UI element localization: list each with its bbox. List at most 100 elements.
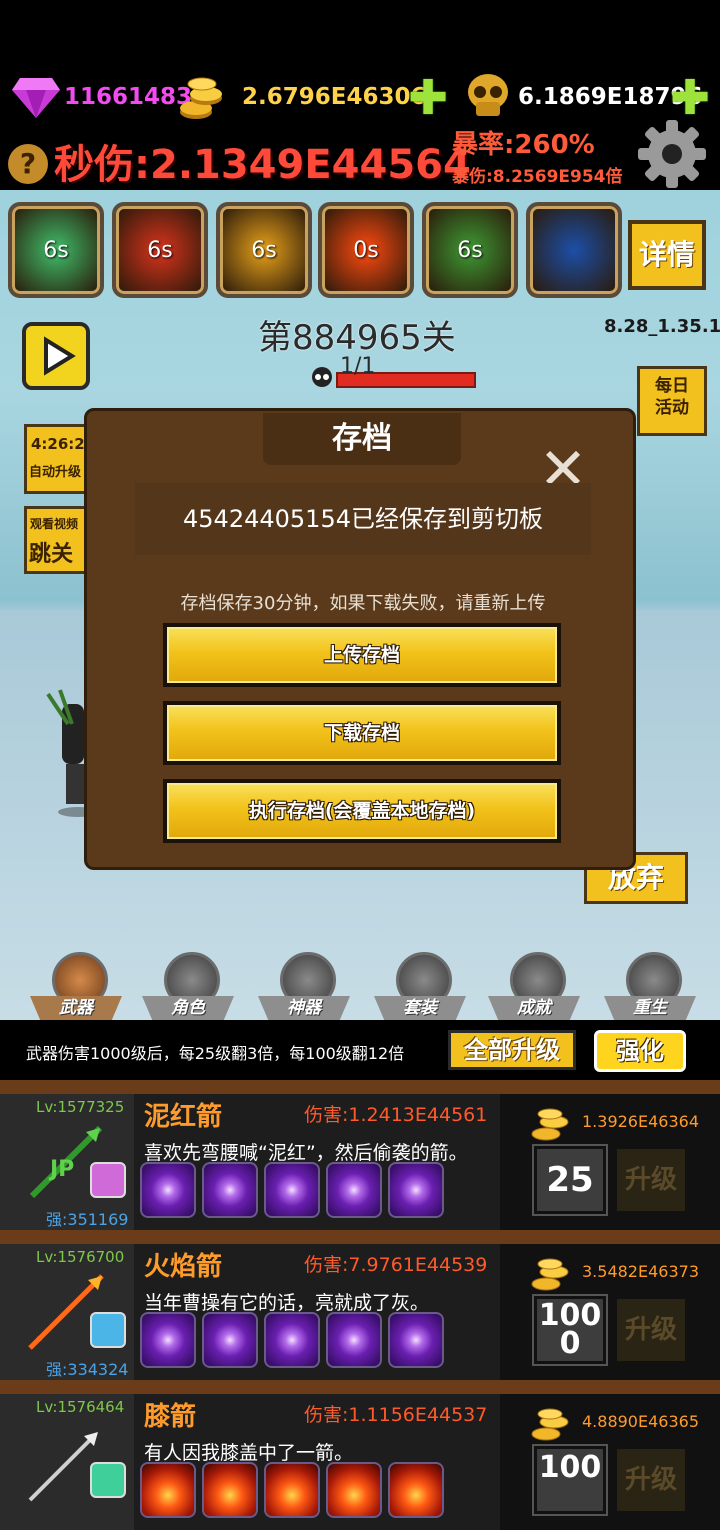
gold-coins-icon <box>531 1108 569 1141</box>
upgrade-quantity[interactable]: 100 0 <box>534 1296 606 1364</box>
tab-label: 成就 <box>488 996 580 1022</box>
gem-slot-icon <box>90 1312 126 1348</box>
upgrade-button[interactable]: 升级 <box>614 1296 688 1364</box>
upgrade-cost: 1.3926E46364 <box>582 1112 699 1131</box>
tab-label: 套装 <box>374 996 466 1022</box>
weapon-level: Lv:1577325 <box>36 1098 125 1116</box>
weapon-portrait[interactable]: Lv:1577325 JP 强:351169 <box>0 1094 134 1230</box>
gold-count: 2.6796E46306 <box>242 84 427 110</box>
weapon-row: Lv:1576464 膝箭 伤害:1.1156E44537 有人因我膝盖中了一箭… <box>0 1394 720 1530</box>
download-save-button[interactable]: 下载存档 <box>163 701 561 765</box>
weapon-name: 膝箭 <box>144 1402 197 1432</box>
skip-level-label: 跳关 <box>29 542 74 567</box>
yin-yang-rune-icon <box>326 1312 382 1368</box>
upload-save-button[interactable]: 上传存档 <box>163 623 561 687</box>
skill-cooldown: 6s <box>251 237 277 263</box>
tab-character[interactable]: 角色 <box>142 952 234 1024</box>
upgrade-all-button[interactable]: 全部升级 <box>448 1030 576 1070</box>
tab-label: 重生 <box>604 996 696 1022</box>
weapon-portrait[interactable]: Lv:1576700 强:334324 <box>0 1244 134 1380</box>
top-status-bar: 11661483 2.6796E46306 ✚ 6.1869E18796 ✚ ?… <box>0 0 720 190</box>
gem-slot-icon <box>90 1462 126 1498</box>
clipboard-message: 45424405154已经保存到剪切板 <box>135 483 591 555</box>
daily-label-1: 每日 <box>655 376 689 396</box>
upgrade-panel: 1.3926E46364 25 升级 <box>500 1094 720 1230</box>
yin-yang-rune-icon <box>140 1162 196 1218</box>
fire-rune-icon <box>264 1462 320 1518</box>
gem-slot-icon <box>90 1162 126 1198</box>
enhance-button[interactable]: 强化 <box>594 1030 686 1072</box>
fire-rune-icon <box>140 1462 196 1518</box>
weapon-damage: 伤害:1.1156E44537 <box>304 1404 488 1426</box>
add-skull-button[interactable]: ✚ <box>670 74 710 122</box>
yin-yang-rune-icon <box>202 1162 258 1218</box>
skill-slot-2[interactable]: 6s <box>112 202 208 298</box>
skill-cooldown: 6s <box>457 237 483 263</box>
skip-level-button[interactable]: 观看视频 跳关 <box>24 506 90 574</box>
enemy-health: 1/1 <box>310 354 480 392</box>
divider <box>0 1080 720 1094</box>
auto-upgrade-label: 自动升级 <box>29 465 82 480</box>
download-save-label: 下载存档 <box>167 705 557 761</box>
yin-yang-rune-icon <box>326 1162 382 1218</box>
crit-rate: 暴率:260% <box>452 130 595 160</box>
skill-cooldown: 0s <box>353 237 379 263</box>
skill-slot-1[interactable]: 6s <box>8 202 104 298</box>
upgrade-quantity[interactable]: 25 <box>534 1146 606 1214</box>
auto-upgrade-button[interactable]: 4:26:24 自动升级 <box>24 424 96 494</box>
daily-label-2: 活动 <box>655 398 689 418</box>
save-dialog: 存档 ✕ 45424405154已经保存到剪切板 存档保存30分钟，如果下载失败… <box>84 408 636 870</box>
upgrade-quantity[interactable]: 100 <box>534 1446 606 1514</box>
tab-weapons[interactable]: 武器 <box>30 952 122 1024</box>
fire-rune-icon <box>326 1462 382 1518</box>
details-button[interactable]: 详情 <box>628 220 706 290</box>
settings-gear-icon[interactable] <box>636 118 708 190</box>
tab-sets[interactable]: 套装 <box>374 952 466 1024</box>
tab-artifacts[interactable]: 神器 <box>258 952 350 1024</box>
fire-rune-icon <box>202 1462 258 1518</box>
fire-rune-icon <box>388 1462 444 1518</box>
help-button[interactable]: ? <box>8 144 48 184</box>
tab-label: 神器 <box>258 996 350 1022</box>
skill-cooldown: 6s <box>147 237 173 263</box>
weapon-portrait[interactable]: Lv:1576464 <box>0 1394 134 1530</box>
watch-video-label: 观看视频 <box>30 517 79 531</box>
upgrade-button[interactable]: 升级 <box>614 1446 688 1514</box>
upgrade-button[interactable]: 升级 <box>614 1146 688 1214</box>
tab-achievements[interactable]: 成就 <box>488 952 580 1024</box>
weapon-description: 当年曹操有它的话，亮就成了灰。 <box>144 1292 430 1314</box>
version-label: 8.28_1.35.1 <box>604 316 720 337</box>
upgrade-panel: 3.5482E46373 100 0 升级 <box>500 1244 720 1380</box>
play-icon <box>44 336 76 376</box>
play-button[interactable] <box>22 322 90 390</box>
weapon-name: 泥红箭 <box>144 1102 223 1132</box>
weapon-name: 火焰箭 <box>144 1252 223 1282</box>
weapon-description: 喜欢先弯腰喊“泥红”，然后偷袭的箭。 <box>144 1142 468 1164</box>
divider <box>0 1380 720 1394</box>
skill-slot-4[interactable]: 0s <box>318 202 414 298</box>
gold-coins-icon <box>531 1258 569 1291</box>
tab-rebirth[interactable]: 重生 <box>604 952 696 1024</box>
skill-slot-3[interactable]: 6s <box>216 202 312 298</box>
execute-save-button[interactable]: 执行存档(会覆盖本地存档) <box>163 779 561 843</box>
upload-save-label: 上传存档 <box>167 627 557 683</box>
timer: 4:26:24 <box>31 435 96 453</box>
yin-yang-rune-icon <box>202 1312 258 1368</box>
gold-coins-icon <box>180 77 222 119</box>
skill-slot-5[interactable]: 6s <box>422 202 518 298</box>
add-gold-button[interactable]: ✚ <box>408 74 448 122</box>
daily-event-button[interactable]: 每日 活动 <box>637 366 707 436</box>
dps-value: 秒伤:2.1349E44564 <box>54 142 471 188</box>
yin-yang-rune-icon <box>388 1162 444 1218</box>
yin-yang-rune-icon <box>140 1312 196 1368</box>
save-note: 存档保存30分钟，如果下载失败，请重新上传 <box>180 593 546 614</box>
level-number: 第884965关 <box>258 318 456 358</box>
svg-text:JP: JP <box>48 1157 74 1182</box>
weapon-strength: 强:334324 <box>46 1360 129 1379</box>
skill-cooldown: 6s <box>43 237 69 263</box>
weapon-info-text: 武器伤害1000级后，每25级翻3倍，每100级翻12倍 <box>26 1044 405 1063</box>
skull-icon <box>312 367 332 387</box>
weapon-row: Lv:1577325 JP 强:351169 泥红箭 伤害:1.2413E445… <box>0 1094 720 1230</box>
skill-slot-6[interactable] <box>526 202 622 298</box>
upgrade-cost: 4.8890E46365 <box>582 1412 699 1431</box>
